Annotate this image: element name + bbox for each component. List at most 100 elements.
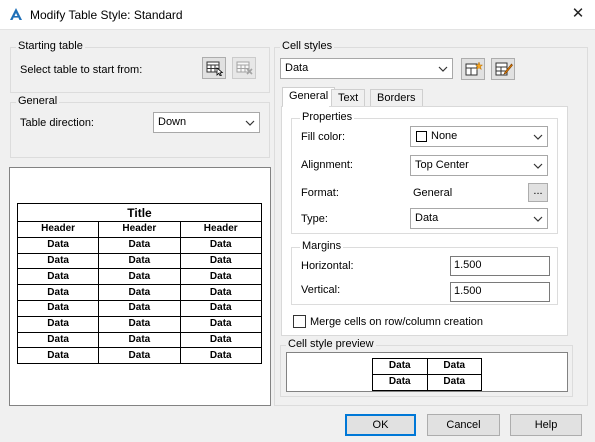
cell-preview-cell: Data bbox=[372, 373, 428, 391]
cell-style-preview-box: Data Data Data Data bbox=[286, 352, 568, 392]
close-icon[interactable]: ✕ bbox=[566, 4, 590, 24]
select-table-button[interactable] bbox=[202, 57, 226, 79]
vertical-margin-input[interactable] bbox=[454, 285, 546, 297]
type-label: Type: bbox=[301, 213, 328, 225]
ok-button[interactable]: OK bbox=[345, 414, 416, 436]
preview-data-cell: Data bbox=[179, 347, 262, 365]
horizontal-margin-input[interactable] bbox=[454, 259, 546, 271]
preview-data-cell: Data bbox=[16, 284, 100, 301]
alignment-value: Top Center bbox=[415, 159, 469, 171]
alignment-select[interactable]: Top Center bbox=[410, 155, 548, 176]
select-table-icon bbox=[206, 61, 224, 76]
preview-header-cell: Header bbox=[16, 221, 100, 238]
merge-cells-label[interactable]: Merge cells on row/column creation bbox=[310, 316, 483, 328]
table-direction-label: Table direction: bbox=[20, 117, 94, 129]
manage-cell-styles-icon bbox=[495, 62, 513, 76]
preview-data-cell: Data bbox=[98, 268, 181, 286]
cell-preview-cell: Data bbox=[426, 373, 482, 391]
preview-data-cell: Data bbox=[179, 268, 262, 286]
preview-data-cell: Data bbox=[179, 236, 262, 254]
preview-data-cell: Data bbox=[98, 236, 181, 254]
cell-preview-cell: Data bbox=[426, 358, 482, 375]
chevron-down-icon bbox=[438, 66, 448, 72]
properties-label: Properties bbox=[300, 111, 355, 123]
fill-color-value: None bbox=[431, 130, 458, 142]
preview-data-cell: Data bbox=[98, 299, 181, 317]
preview-data-row: Data Data Data bbox=[16, 252, 262, 270]
tab-borders[interactable]: Borders bbox=[370, 89, 423, 107]
preview-data-cell: Data bbox=[16, 252, 100, 270]
cell-preview-cell: Data bbox=[372, 358, 428, 375]
cell-style-value: Data bbox=[285, 62, 309, 74]
preview-header-row: Header Header Header bbox=[16, 221, 262, 238]
preview-header-cell: Header bbox=[98, 221, 181, 238]
autocad-app-icon bbox=[10, 8, 22, 20]
preview-data-row: Data Data Data bbox=[16, 315, 262, 333]
title-bar: Modify Table Style: Standard ✕ bbox=[0, 0, 595, 30]
preview-header-cell: Header bbox=[179, 221, 262, 238]
cell-preview-row: Data Data bbox=[372, 373, 482, 391]
table-preview: Title Header Header Header Data Data Data … bbox=[16, 203, 262, 365]
preview-data-cell: Data bbox=[98, 252, 181, 270]
horizontal-margin-label: Horizontal: bbox=[301, 260, 354, 272]
preview-data-cell: Data bbox=[98, 347, 181, 365]
chevron-down-icon bbox=[245, 120, 255, 126]
chevron-down-icon bbox=[533, 163, 543, 169]
format-label: Format: bbox=[301, 187, 339, 199]
fill-color-select[interactable]: None bbox=[410, 126, 548, 147]
preview-data-cell: Data bbox=[16, 299, 100, 317]
preview-data-row: Data Data Data bbox=[16, 268, 262, 286]
cell-styles-label: Cell styles bbox=[280, 40, 335, 52]
vertical-margin-label: Vertical: bbox=[301, 284, 341, 296]
format-value: General bbox=[413, 187, 453, 199]
merge-cells-checkbox[interactable] bbox=[293, 315, 306, 328]
preview-data-cell: Data bbox=[16, 315, 100, 333]
preview-data-row: Data Data Data bbox=[16, 347, 262, 365]
preview-data-cell: Data bbox=[16, 347, 100, 365]
cell-style-preview-label: Cell style preview bbox=[286, 338, 376, 350]
type-value: Data bbox=[415, 212, 439, 224]
preview-data-row: Data Data Data bbox=[16, 299, 262, 317]
preview-data-cell: Data bbox=[179, 331, 262, 349]
preview-data-row: Data Data Data bbox=[16, 236, 262, 254]
preview-title-row: Title bbox=[17, 203, 262, 222]
tab-general[interactable]: General bbox=[282, 87, 336, 107]
type-select[interactable]: Data bbox=[410, 208, 548, 229]
preview-data-cell: Data bbox=[179, 299, 262, 317]
preview-data-cell: Data bbox=[16, 268, 100, 286]
preview-data-cell: Data bbox=[16, 236, 100, 254]
create-cell-style-button[interactable] bbox=[461, 58, 485, 80]
chevron-down-icon bbox=[533, 216, 543, 222]
cell-style-select[interactable]: Data bbox=[280, 58, 453, 79]
table-delete-icon bbox=[236, 61, 253, 75]
cancel-button[interactable]: Cancel bbox=[427, 414, 500, 436]
table-direction-value: Down bbox=[158, 116, 187, 128]
cell-preview-row: Data Data bbox=[372, 358, 482, 375]
preview-title-cell: Title bbox=[17, 203, 262, 222]
format-browse-button[interactable]: ... bbox=[528, 183, 548, 202]
help-button[interactable]: Help bbox=[510, 414, 582, 436]
vertical-margin-field[interactable] bbox=[450, 282, 550, 302]
chevron-down-icon bbox=[533, 134, 543, 140]
alignment-label: Alignment: bbox=[301, 159, 353, 171]
preview-data-cell: Data bbox=[98, 284, 181, 301]
horizontal-margin-field[interactable] bbox=[450, 256, 550, 276]
active-tab-joiner bbox=[283, 105, 329, 107]
fill-color-label: Fill color: bbox=[301, 131, 346, 143]
margins-label: Margins bbox=[300, 240, 344, 252]
select-table-label: Select table to start from: bbox=[20, 64, 143, 76]
table-direction-select[interactable]: Down bbox=[153, 112, 260, 133]
preview-data-cell: Data bbox=[16, 331, 100, 349]
preview-data-cell: Data bbox=[98, 331, 181, 349]
preview-data-cell: Data bbox=[179, 252, 262, 270]
table-preview-panel: Title Header Header Header Data Data Data … bbox=[9, 167, 271, 406]
preview-data-cell: Data bbox=[179, 315, 262, 333]
preview-data-cell: Data bbox=[98, 315, 181, 333]
delete-start-table-button[interactable] bbox=[232, 57, 256, 79]
no-fill-swatch-icon bbox=[416, 131, 427, 142]
manage-cell-styles-button[interactable] bbox=[491, 58, 515, 80]
preview-data-row: Data Data Data bbox=[16, 331, 262, 349]
window-title: Modify Table Style: Standard bbox=[30, 8, 183, 22]
new-cell-style-icon bbox=[465, 61, 483, 76]
tab-text[interactable]: Text bbox=[331, 89, 366, 107]
